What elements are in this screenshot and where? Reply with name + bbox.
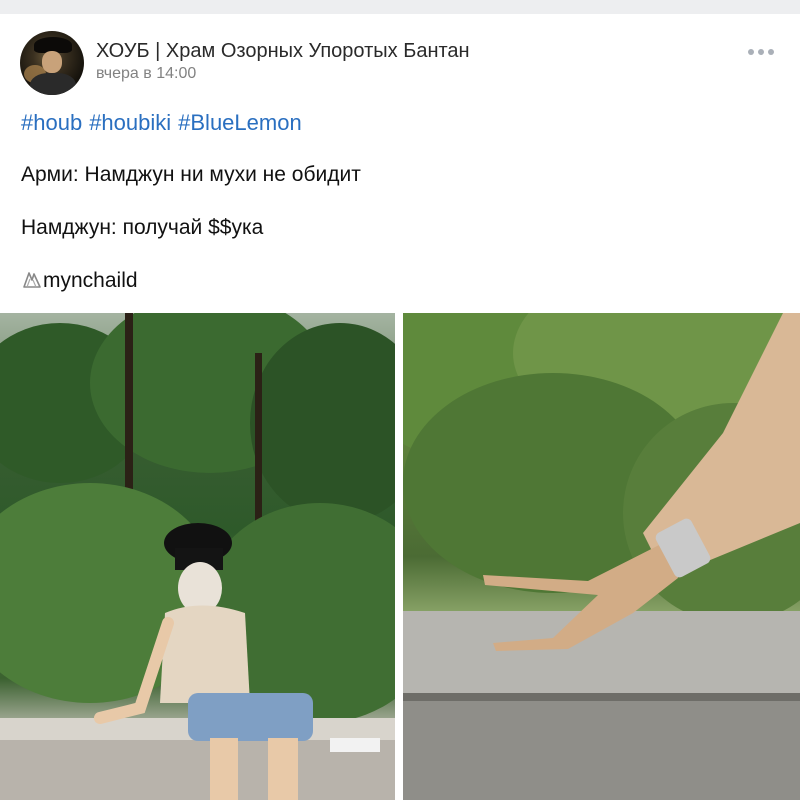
credit-line: mynchaild <box>21 269 138 293</box>
post-time[interactable]: вчера в 14:00 <box>96 65 196 83</box>
hashtag-houb[interactable]: #houb <box>21 110 82 135</box>
post-text-line-1: Арми: Намджун ни мухи не обидит <box>21 163 361 186</box>
top-divider <box>0 0 800 14</box>
hashtag-bluelemon[interactable]: #BlueLemon <box>178 110 302 135</box>
post-photo-2[interactable] <box>403 313 800 800</box>
post-photo-1[interactable] <box>0 313 395 800</box>
post-text-line-2: Намджун: получай $$ука <box>21 216 264 239</box>
hashtags: #houb #houbiki #BlueLemon <box>21 110 309 136</box>
hashtag-houbiki[interactable]: #houbiki <box>89 110 171 135</box>
group-name[interactable]: ХОУБ | Храм Озорных Упоротых Бантан <box>96 40 470 63</box>
more-icon[interactable] <box>746 42 776 62</box>
group-avatar[interactable] <box>20 31 84 95</box>
credit-author: mynchaild <box>43 269 138 292</box>
ghost-hand-icon <box>21 268 43 290</box>
